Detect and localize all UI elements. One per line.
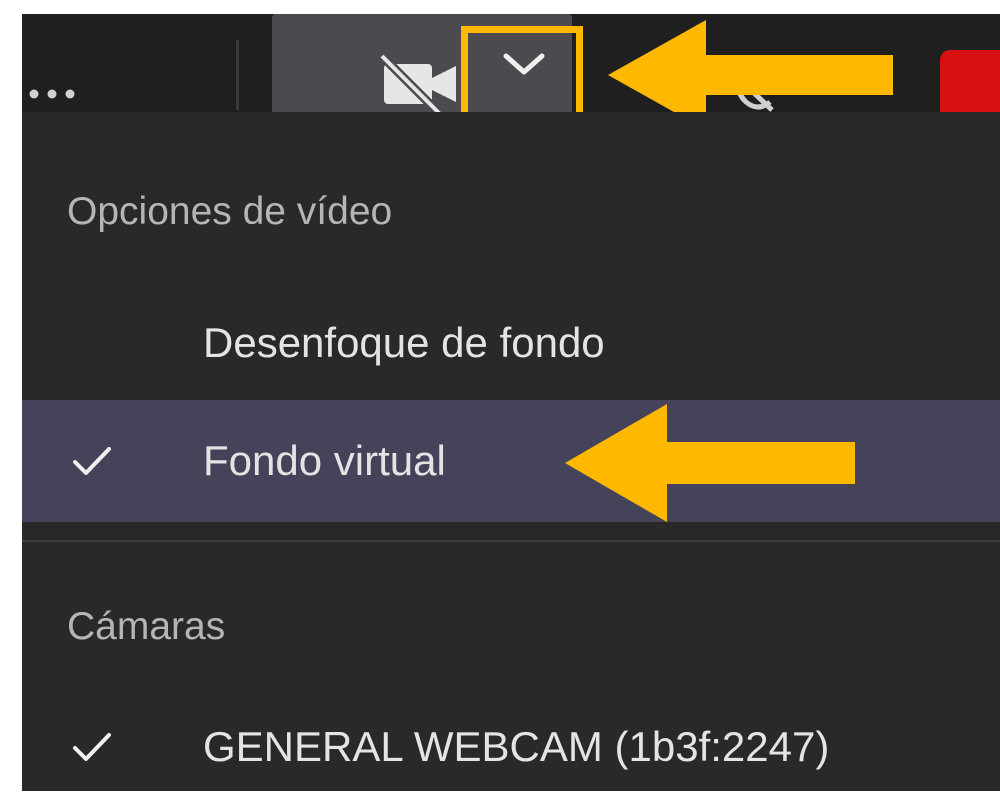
cameras-heading: Cámaras <box>67 605 226 648</box>
checkmark-icon <box>73 733 111 761</box>
more-options-icon[interactable] <box>28 84 88 104</box>
video-options-heading: Opciones de vídeo <box>67 190 393 233</box>
camera-off-icon[interactable] <box>380 48 460 118</box>
hang-up-button[interactable] <box>940 50 1000 112</box>
menu-item-label: GENERAL WEBCAM (1b3f:2247) <box>203 723 830 770</box>
menu-item-camera-general-webcam[interactable]: GENERAL WEBCAM (1b3f:2247) <box>22 692 1000 802</box>
menu-divider <box>22 540 1000 542</box>
menu-item-label: Desenfoque de fondo <box>203 319 605 366</box>
screenshot-canvas: Opciones de vídeo Desenfoque de fondo Fo… <box>0 0 1000 791</box>
checkmark-icon <box>73 447 111 475</box>
annotation-arrow-menu <box>565 404 855 522</box>
menu-item-background-blur[interactable]: Desenfoque de fondo <box>22 282 1000 404</box>
menu-item-label: Fondo virtual <box>203 437 446 484</box>
toolbar-divider <box>236 40 239 110</box>
